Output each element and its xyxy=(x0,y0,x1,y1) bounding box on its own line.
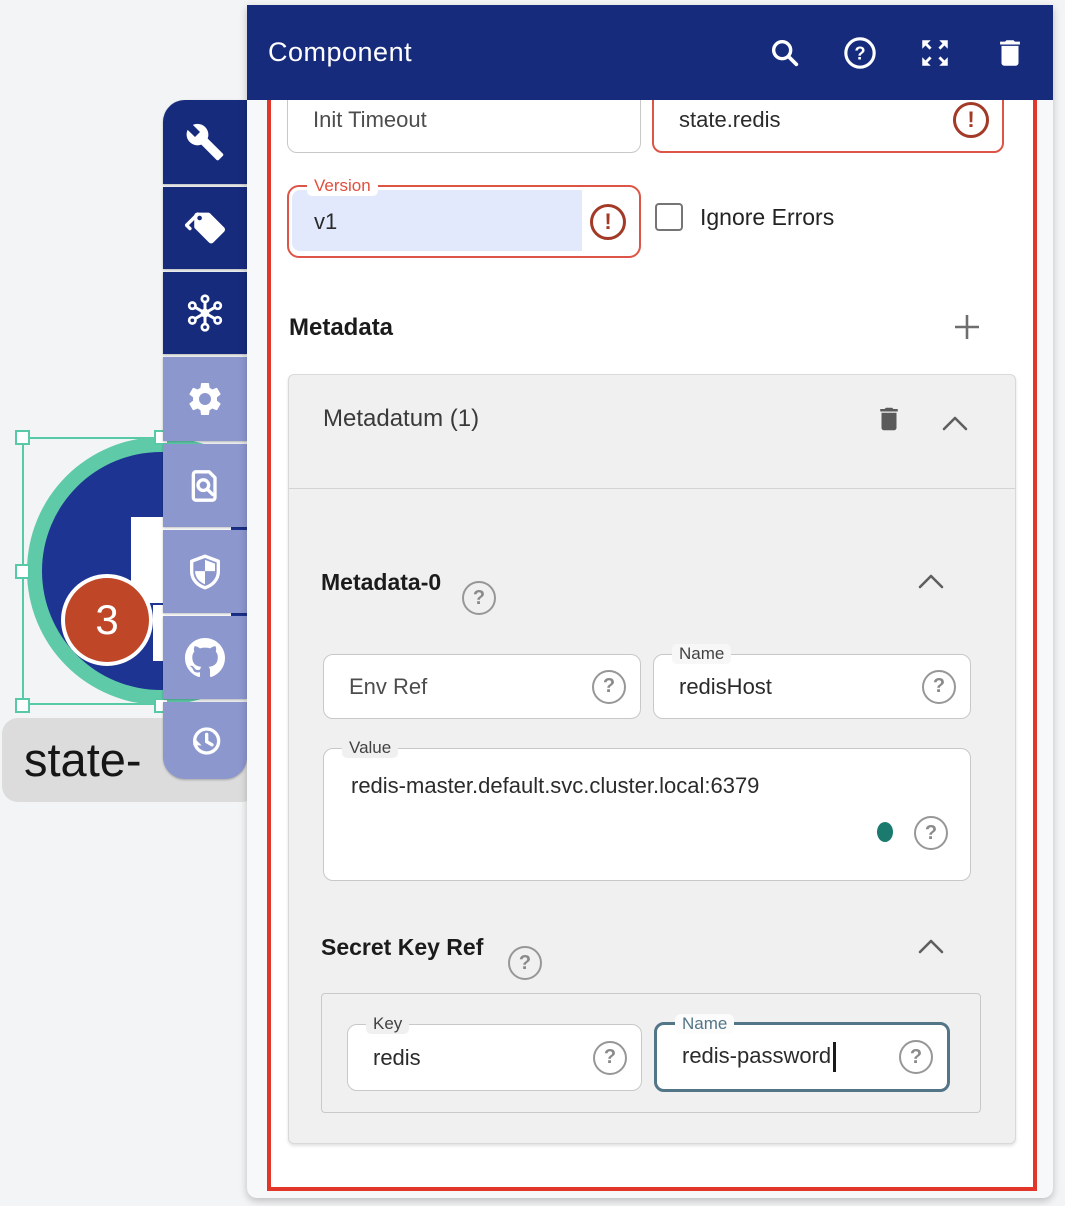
help-icon[interactable]: ? xyxy=(508,946,542,980)
metadata-value-field[interactable]: Value redis-master.default.svc.cluster.l… xyxy=(323,748,971,881)
error-icon: ! xyxy=(953,102,989,138)
help-icon[interactable]: ? xyxy=(922,670,956,704)
metadatum-card: Metadatum (1) Metadata-0 ? Env Ref ? xyxy=(288,374,1016,1144)
error-icon: ! xyxy=(590,204,626,240)
secret-key-ref-heading: Secret Key Ref xyxy=(321,931,483,963)
toolbar-button-settings[interactable] xyxy=(163,357,247,441)
selection-handle[interactable] xyxy=(15,698,30,713)
help-icon[interactable]: ? xyxy=(592,670,626,704)
toolbar-button-components[interactable] xyxy=(163,272,247,354)
collapse-secret-key-ref-icon[interactable] xyxy=(917,938,945,955)
error-count: 3 xyxy=(95,596,118,644)
component-type-value: state.redis xyxy=(679,107,781,133)
divider xyxy=(289,488,1015,489)
ignore-errors-checkbox[interactable] xyxy=(655,203,683,231)
expand-icon[interactable] xyxy=(918,36,952,70)
toolbar-button-history[interactable] xyxy=(163,702,247,779)
app-root: 3 state- xyxy=(0,0,1065,1206)
metadata-name-label: Name xyxy=(672,644,731,664)
metadatum-title: Metadatum (1) xyxy=(323,405,479,433)
search-icon[interactable] xyxy=(768,36,802,70)
version-field[interactable]: Version v1 ! xyxy=(287,185,641,258)
version-value: v1 xyxy=(314,209,337,235)
component-panel: Component ? Ini xyxy=(247,5,1053,1198)
metadata-name-field[interactable]: Name redisHost ? xyxy=(653,654,971,719)
gear-icon xyxy=(185,379,225,419)
version-label: Version xyxy=(307,176,378,196)
error-count-badge: 3 xyxy=(61,574,153,666)
secret-key-label: Key xyxy=(366,1014,409,1034)
help-icon[interactable]: ? xyxy=(914,816,948,850)
toolbar-button-inspect[interactable] xyxy=(163,444,247,527)
help-icon[interactable]: ? xyxy=(843,36,877,70)
delete-metadatum-icon[interactable] xyxy=(874,402,904,436)
toolbar-button-tags[interactable] xyxy=(163,187,247,269)
metadata0-heading: Metadata-0 xyxy=(321,566,441,598)
secret-name-value: redis-password xyxy=(682,1043,831,1068)
env-ref-placeholder: Env Ref xyxy=(349,674,427,700)
toolbar-button-github[interactable] xyxy=(163,616,247,699)
collapse-metadatum-icon[interactable] xyxy=(941,415,969,432)
metadata-value-label: Value xyxy=(342,738,398,758)
github-icon xyxy=(185,638,225,678)
secret-key-ref-group: Key redis ? Name redis-password ? xyxy=(321,993,981,1113)
svg-text:?: ? xyxy=(854,42,865,63)
shield-icon xyxy=(185,552,225,592)
init-timeout-placeholder: Init Timeout xyxy=(313,107,427,133)
panel-header: Component ? xyxy=(247,5,1053,100)
secret-key-field[interactable]: Key redis ? xyxy=(347,1024,642,1091)
secret-name-label: Name xyxy=(675,1014,734,1034)
hub-icon xyxy=(185,293,225,333)
tags-icon xyxy=(185,208,225,248)
selection-handle[interactable] xyxy=(15,430,30,445)
metadata-name-value: redisHost xyxy=(679,674,772,700)
ignore-errors-label: Ignore Errors xyxy=(700,203,834,231)
secret-name-field[interactable]: Name redis-password ? xyxy=(654,1022,950,1092)
help-icon[interactable]: ? xyxy=(593,1041,627,1075)
panel-title: Component xyxy=(268,37,412,68)
metadata-heading: Metadata xyxy=(289,312,393,344)
selection-handle[interactable] xyxy=(15,564,30,579)
file-search-icon xyxy=(185,466,225,506)
wrench-icon xyxy=(185,122,225,162)
delete-icon[interactable] xyxy=(993,36,1027,70)
secret-key-value: redis xyxy=(373,1045,421,1071)
toolbar-button-security[interactable] xyxy=(163,530,247,613)
collapse-metadata0-icon[interactable] xyxy=(917,573,945,590)
env-ref-field[interactable]: Env Ref ? xyxy=(323,654,641,719)
panel-body: Init Timeout state.redis ! Version v1 ! … xyxy=(267,100,1037,1191)
history-icon xyxy=(185,721,225,761)
init-timeout-field[interactable]: Init Timeout xyxy=(287,100,641,153)
toolbar-button-build[interactable] xyxy=(163,100,247,184)
status-dot xyxy=(877,822,893,842)
metadata-value-text: redis-master.default.svc.cluster.local:6… xyxy=(351,773,759,799)
text-caret xyxy=(833,1042,836,1072)
help-icon[interactable]: ? xyxy=(462,581,496,615)
help-icon[interactable]: ? xyxy=(899,1040,933,1074)
add-metadata-icon[interactable] xyxy=(951,311,983,343)
component-type-field[interactable]: state.redis ! xyxy=(652,100,1004,153)
